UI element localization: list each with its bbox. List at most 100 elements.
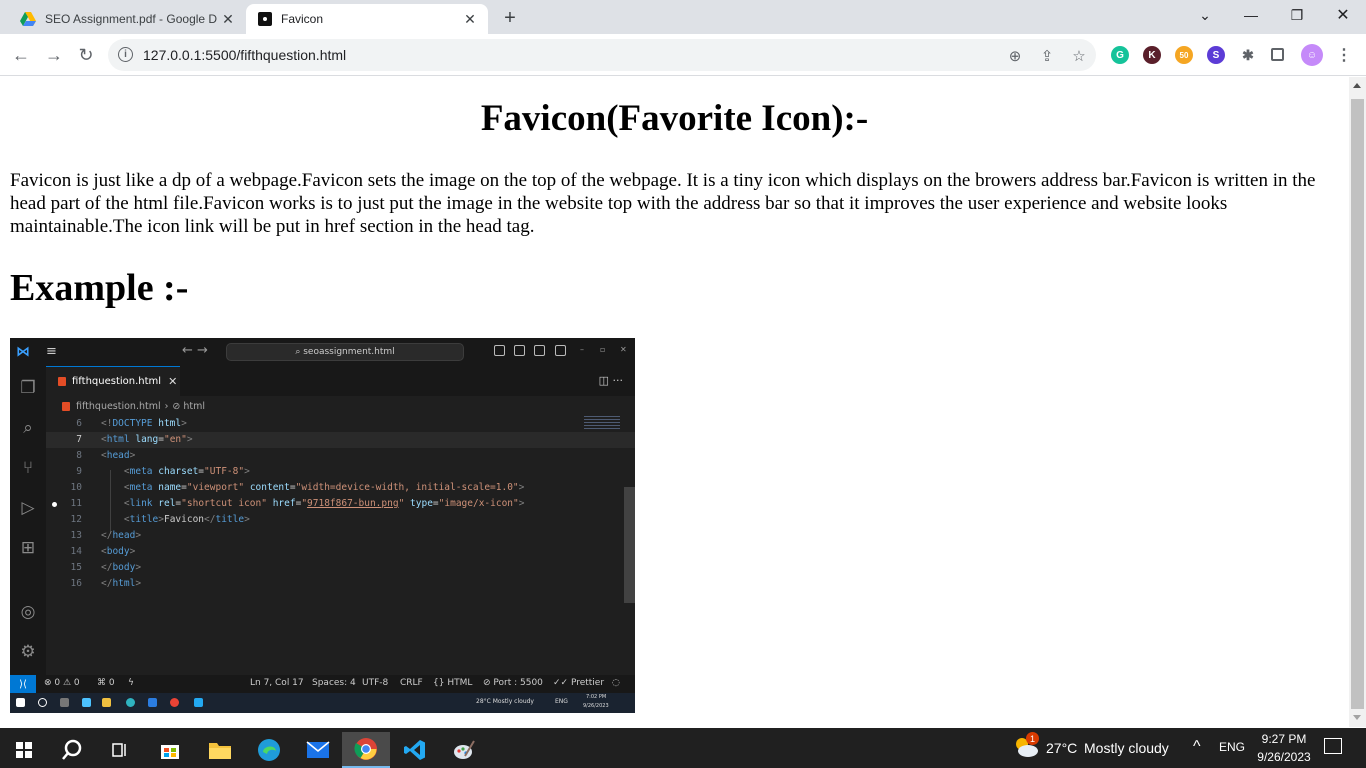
tab-search-chevron-icon[interactable]: ⌄	[1182, 0, 1228, 30]
side-panel-icon[interactable]	[1271, 48, 1284, 61]
example-heading: Example :-	[10, 267, 189, 309]
scrollbar-thumb[interactable]	[1351, 99, 1364, 709]
vscode-icon[interactable]	[391, 732, 439, 768]
editor-tab: fifthquestion.html ✕	[46, 366, 180, 396]
ports-status: ⌘ 0	[97, 678, 115, 688]
windows-start-icon	[16, 698, 25, 707]
chrome-icon[interactable]	[342, 732, 390, 768]
code-text: <title>Favicon</title>	[123, 514, 250, 525]
code-text: <body>	[101, 546, 136, 557]
close-window-button[interactable]: ✕	[1320, 0, 1366, 30]
close-icon: ✕	[620, 345, 627, 354]
code-line: 8 <head>	[46, 448, 635, 464]
vscode-icon	[194, 698, 203, 707]
code-line: 12 <title>Favicon</title>	[46, 512, 635, 528]
code-text: </head>	[101, 530, 142, 541]
close-tab-icon[interactable]: ✕	[462, 11, 478, 27]
hamburger-menu-icon: ≡	[46, 344, 57, 359]
code-text: <link rel="shortcut icon" href="9718f867…	[123, 498, 525, 509]
clock[interactable]: 9:27 PM 9/26/2023	[1248, 730, 1320, 766]
settings-gear-icon: ⚙	[20, 642, 36, 662]
k-extension-icon[interactable]: K	[1143, 46, 1161, 64]
50-extension-icon[interactable]: 50	[1175, 46, 1193, 64]
line-number: 10	[70, 482, 82, 493]
layout-icon	[514, 345, 525, 356]
windows-start-icon[interactable]	[0, 732, 48, 768]
address-bar[interactable]: i 127.0.0.1:5500/fifthquestion.html ⊕ ⇪ …	[108, 39, 1096, 71]
code-text: <meta name="viewport" content="width=dev…	[123, 482, 525, 493]
windows-taskbar: 1 27°C Mostly cloudy ^ ENG 9:27 PM 9/26/…	[0, 728, 1366, 768]
code-line: 6 <!DOCTYPE html>	[46, 416, 635, 432]
bookmark-star-icon[interactable]: ☆	[1070, 47, 1088, 65]
puzzle-extensions-icon[interactable]: ✱	[1239, 46, 1257, 64]
zoom-icon[interactable]: ⊕	[1006, 47, 1024, 65]
tab-title: Favicon	[281, 12, 324, 26]
microsoft-store-icon[interactable]	[146, 732, 194, 768]
vscode-logo-icon: ⋈	[16, 344, 30, 360]
share-icon[interactable]: ⇪	[1038, 47, 1056, 65]
input-language[interactable]: ENG	[1219, 740, 1245, 754]
code-line: 13 </head>	[46, 528, 635, 544]
layout-icon	[555, 345, 566, 356]
reload-button[interactable]: ↻	[74, 43, 98, 67]
weather-description[interactable]: Mostly cloudy	[1084, 740, 1169, 756]
chevron-up-icon[interactable]: ^	[1193, 738, 1201, 756]
page-content: Favicon(Favorite Icon):- Favicon is just…	[0, 77, 1349, 727]
task-view-icon	[60, 698, 69, 707]
site-info-icon[interactable]: i	[118, 47, 133, 62]
code-text: <head>	[101, 450, 136, 461]
inner-date: 9/26/2023	[583, 703, 609, 709]
notification-bell-icon: ◌	[612, 678, 620, 688]
scroll-down-arrow[interactable]	[1353, 715, 1361, 720]
close-tab-icon[interactable]: ✕	[220, 11, 236, 27]
line-number: 16	[70, 578, 82, 589]
grammarly-icon[interactable]: G	[1111, 46, 1129, 64]
new-tab-button[interactable]: +	[498, 6, 522, 30]
minimize-button[interactable]: —	[1228, 0, 1274, 30]
menu-kebab-icon[interactable]: ⋮	[1335, 46, 1353, 64]
search-icon	[38, 698, 47, 707]
remote-icon: ⟩⟨	[10, 675, 36, 693]
file-explorer-icon	[102, 698, 111, 707]
notification-center-icon[interactable]	[1324, 738, 1342, 754]
encoding: UTF-8	[362, 678, 389, 688]
indentation: Spaces: 4	[312, 678, 356, 688]
line-number: 9	[76, 466, 82, 477]
task-view-icon[interactable]	[96, 732, 144, 768]
weather-temperature[interactable]: 27°C	[1046, 740, 1077, 756]
s-extension-icon[interactable]: S	[1207, 46, 1225, 64]
chrome-icon	[170, 698, 179, 707]
line-number: 12	[70, 514, 82, 525]
page-scrollbar[interactable]	[1349, 77, 1366, 727]
code-editor: 6 <!DOCTYPE html> 7 <html lang="en"> 8 <head>…	[46, 416, 635, 675]
url-text[interactable]: 127.0.0.1:5500/fifthquestion.html	[143, 47, 346, 63]
editor-tabs: fifthquestion.html ✕ ◫ ···	[46, 366, 635, 396]
search-icon[interactable]	[48, 732, 96, 768]
scroll-up-arrow[interactable]	[1353, 83, 1361, 88]
clock-date: 9/26/2023	[1257, 750, 1311, 764]
search-icon: ⌕	[23, 418, 33, 438]
vscode-status-bar: ⟩⟨ ⊗ 0 ⚠ 0 ⌘ 0 ϟ Ln 7, Col 17 Spaces: 4 …	[10, 675, 635, 693]
code-line: 14 <body>	[46, 544, 635, 560]
mail-icon[interactable]	[294, 732, 342, 768]
paint-icon[interactable]	[440, 732, 488, 768]
layout-icon	[534, 345, 545, 356]
forward-button[interactable]: →	[42, 43, 66, 67]
close-icon: ✕	[168, 375, 178, 388]
code-line: 11 <link rel="shortcut icon" href="9718f…	[46, 496, 635, 512]
profile-avatar[interactable]: ☺	[1301, 44, 1323, 66]
weather-icon[interactable]: 1	[1012, 732, 1040, 760]
tab-seo-assignment[interactable]: SEO Assignment.pdf - Google D ✕	[8, 4, 246, 34]
vscode-screenshot: ⋈ ≡ ← → ⌕ seoassignment.html – ▫ ✕ ❐ ⌕ ⑂…	[10, 338, 635, 713]
file-explorer-icon[interactable]	[196, 732, 244, 768]
command-center-text: seoassignment.html	[303, 347, 395, 357]
code-text: <!DOCTYPE html>	[101, 418, 187, 429]
restore-button[interactable]: ❐	[1274, 0, 1320, 30]
language-mode: {} HTML	[433, 678, 473, 688]
command-center: ⌕ seoassignment.html	[226, 343, 464, 361]
tab-favicon[interactable]: Favicon ✕	[246, 4, 488, 34]
back-button[interactable]: ←	[9, 43, 33, 67]
layout-icon	[494, 345, 505, 356]
editor-tab-label: fifthquestion.html	[72, 376, 162, 387]
edge-icon[interactable]	[245, 732, 293, 768]
